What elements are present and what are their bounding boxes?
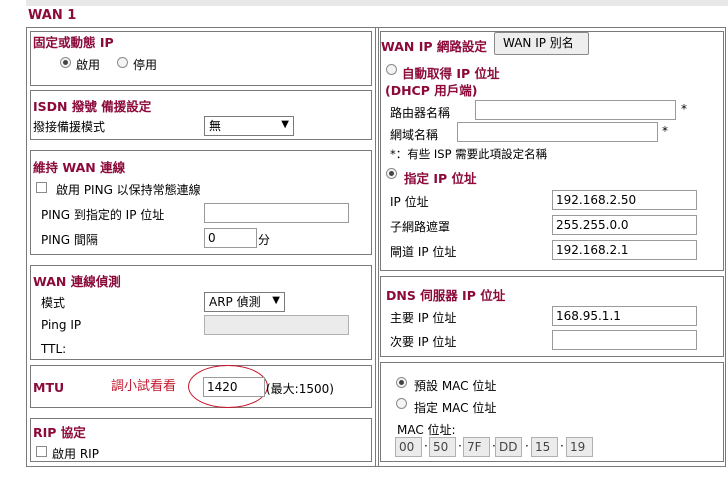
dropdown-arrow-icon: ▼ [281,119,289,130]
detect-mode-label: 模式 [41,296,66,310]
ping-ip-label: PING 到指定的 IP 位址 [41,208,165,222]
gateway-label: 閘道 IP 位址 [390,245,457,259]
mac-separator: · [458,439,462,453]
ip-type-title: 固定或動態 IP [33,35,114,50]
ping-interval-input[interactable]: 0 [204,228,257,248]
wan-detect-title: WAN 連線偵測 [33,274,121,289]
gateway-input[interactable]: 192.168.2.1 [552,240,697,260]
subnet-mask-input[interactable]: 255.255.0.0 [552,215,697,235]
router-name-required: * [681,102,687,116]
dropdown-arrow-icon: ▼ [272,295,280,306]
static-ip-label: 指定 IP 位址 [404,171,477,186]
dns-secondary-input[interactable] [552,330,697,350]
ping-enable-label: 啟用 PING 以保持常態連線 [56,183,201,197]
rip-enable-checkbox[interactable] [36,446,47,457]
column-divider [375,27,379,467]
isdn-mode-select[interactable]: 無 ▼ [204,116,294,136]
mac-address-label: MAC 位址: [397,423,456,437]
ip-address-label: IP 位址 [390,195,429,209]
detect-ping-ip-label: Ping IP [41,318,82,332]
mtu-annotation: 調小試看看 [111,379,177,394]
mac-separator: · [525,439,529,453]
default-mac-radio[interactable] [396,377,407,388]
mac-octet-input[interactable]: DD [495,437,522,457]
ping-interval-label: PING 間隔 [41,233,98,247]
mac-octet-input[interactable]: 7F [463,437,490,457]
dns-title: DNS 伺服器 IP 位址 [386,288,506,303]
subnet-mask-label: 子網路遮罩 [390,220,451,234]
dns-primary-label: 主要 IP 位址 [390,311,457,325]
rip-enable-label: 啟用 RIP [52,447,99,461]
mac-octet-input[interactable]: 19 [566,437,593,457]
specify-mac-label: 指定 MAC 位址 [414,401,497,415]
detect-ping-ip-input[interactable] [204,315,349,335]
rip-title: RIP 協定 [33,425,86,440]
mtu-input[interactable]: 1420 [203,377,265,397]
top-bar [26,0,728,6]
mac-octet-input[interactable]: 00 [395,437,422,457]
isdn-title: ISDN 撥號 備援設定 [33,99,152,114]
auto-ip-sub-label: (DHCP 用戶端) [385,83,478,98]
domain-name-label: 網域名稱 [390,128,439,142]
mac-separator: · [560,439,564,453]
ttl-label: TTL: [41,342,67,356]
keep-alive-title: 維持 WAN 連線 [33,160,126,175]
router-name-input[interactable] [475,100,676,120]
ping-ip-input[interactable] [204,203,349,223]
ip-type-disable-radio[interactable] [117,57,128,68]
router-name-label: 路由器名稱 [390,106,451,120]
dns-secondary-label: 次要 IP 位址 [390,335,457,349]
ip-type-enable-radio[interactable] [60,57,71,68]
mtu-label: MTU [33,380,65,395]
wan-ip-alias-button[interactable]: WAN IP 別名 [494,32,589,55]
detect-mode-select[interactable]: ARP 偵測 ▼ [204,292,285,312]
isdn-mode-label: 撥接備援模式 [33,120,106,134]
auto-ip-radio[interactable] [386,64,397,75]
isp-note: *：有些 ISP 需要此項設定名稱 [390,147,548,161]
dns-primary-input[interactable]: 168.95.1.1 [552,306,697,326]
mac-octet-input[interactable]: 15 [531,437,558,457]
wan-ip-title: WAN IP 網路設定 [381,39,487,54]
default-mac-label: 預設 MAC 位址 [414,379,497,393]
mtu-max-label: (最大:1500) [266,382,334,396]
domain-name-required: * [662,124,668,138]
isdn-mode-value: 無 [209,119,222,133]
ip-type-disable-label: 停用 [133,58,158,72]
ip-type-enable-label: 啟用 [76,58,101,72]
detect-mode-value: ARP 偵測 [209,295,261,309]
specify-mac-radio[interactable] [396,398,407,409]
mac-separator: · [424,439,428,453]
domain-name-input[interactable] [457,122,658,142]
static-ip-radio[interactable] [386,168,397,179]
ping-enable-checkbox[interactable] [36,182,47,193]
mac-octet-input[interactable]: 50 [429,437,456,457]
page-title: WAN 1 [28,8,77,23]
ip-address-input[interactable]: 192.168.2.50 [552,190,697,210]
ping-interval-unit: 分 [258,233,271,247]
